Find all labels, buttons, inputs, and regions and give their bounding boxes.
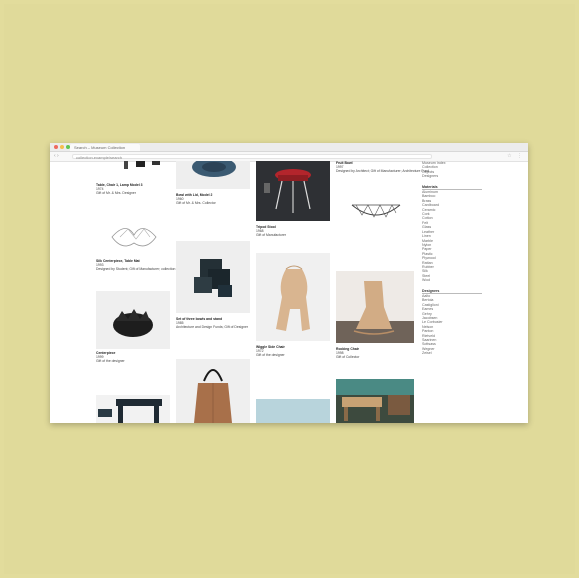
nav-arrows-icon[interactable]: ‹ ›	[54, 153, 59, 159]
object-credit: Designed by Student; Gift of Manufacture…	[96, 267, 183, 271]
minimize-dot-icon[interactable]	[60, 145, 64, 149]
filter-list-designers: Aalto Bertoia Castiglioni Eames Gehry Jacobse…	[422, 294, 526, 356]
object-credit: Gift of the designer	[256, 353, 285, 357]
object-image[interactable]	[336, 271, 414, 343]
object-image[interactable]	[176, 161, 250, 189]
object-image[interactable]	[256, 161, 330, 221]
object-credit: Gift of the designer	[96, 359, 125, 363]
filter-link[interactable]: Zeisel	[422, 351, 526, 355]
window-controls[interactable]	[54, 145, 70, 149]
object-image[interactable]	[336, 379, 414, 423]
object-credit: Designed by Architect; Gift of Manufactu…	[336, 169, 430, 173]
object-image[interactable]	[256, 253, 330, 341]
browser-tab[interactable]: Search – Museum Collection	[70, 144, 140, 151]
object-image[interactable]	[106, 217, 162, 257]
sidebar-top-link[interactable]: Designers	[422, 174, 526, 178]
object-image[interactable]	[96, 395, 170, 423]
browser-window: Search – Museum Collection ‹ › collectio…	[50, 143, 528, 423]
object-credit: Architecture and Design Funds; Gift of D…	[176, 325, 248, 329]
address-bar[interactable]: collection.example/search	[72, 154, 432, 160]
object-image[interactable]	[96, 291, 170, 349]
object-credit: Gift of Manufacturer	[256, 233, 286, 237]
page-content: Table, Chair 1, Lamp Model 3 1974 Gift o…	[50, 161, 528, 423]
object-image[interactable]	[256, 399, 330, 423]
filter-sidebar: Museum Index Collection Objects Designer…	[422, 161, 526, 356]
object-image[interactable]	[106, 161, 166, 181]
object-image[interactable]	[346, 191, 406, 225]
object-credit: Gift of Collector	[336, 355, 360, 359]
browser-titlebar: Search – Museum Collection	[50, 143, 528, 152]
object-image[interactable]	[176, 359, 250, 423]
object-credit: Gift of Mr. & Mrs. Collector	[176, 201, 216, 205]
filter-link[interactable]: Wool	[422, 278, 526, 282]
object-credit: Gift of Mr. & Mrs. Designer	[96, 191, 136, 195]
toolbar-icons[interactable]: ☆ ⋮	[507, 153, 524, 159]
filter-list-materials: Aluminum Bamboo Brass Cardboard Ceramic Cork C…	[422, 190, 526, 283]
object-image[interactable]	[176, 241, 250, 313]
close-dot-icon[interactable]	[54, 145, 58, 149]
